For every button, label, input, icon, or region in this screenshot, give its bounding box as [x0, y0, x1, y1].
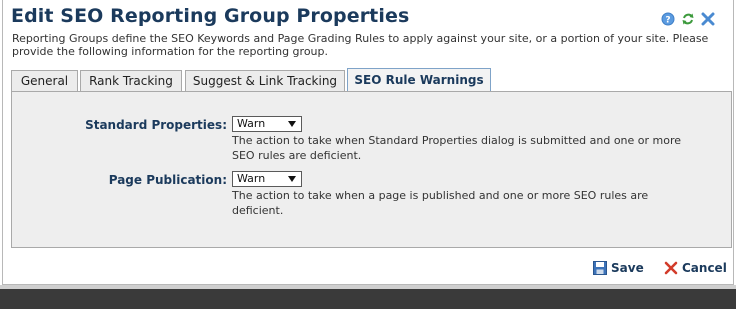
page-publication-label: Page Publication: — [108, 173, 227, 187]
dialog-title: Edit SEO Reporting Group Properties — [11, 5, 410, 27]
page-publication-value: Warn — [237, 172, 266, 185]
standard-properties-value: Warn — [237, 117, 266, 130]
dialog-description: Reporting Groups define the SEO Keywords… — [12, 32, 709, 58]
page-publication-select[interactable]: Warn — [232, 171, 302, 187]
dropdown-arrow-icon — [288, 176, 296, 182]
standard-properties-select[interactable]: Warn — [232, 116, 302, 132]
cancel-button[interactable]: Cancel — [664, 260, 727, 276]
save-label: Save — [611, 261, 644, 275]
svg-text:?: ? — [665, 16, 670, 26]
tab-general[interactable]: General — [11, 70, 78, 91]
cancel-label: Cancel — [682, 261, 727, 275]
tab-rank-tracking[interactable]: Rank Tracking — [80, 70, 182, 91]
background-bar — [0, 289, 736, 309]
tab-seo-rule-warnings[interactable]: SEO Rule Warnings — [347, 68, 491, 92]
save-button[interactable]: Save — [593, 260, 644, 276]
standard-properties-help: The action to take when Standard Propert… — [232, 134, 682, 162]
background-app — [0, 285, 736, 309]
help-icon[interactable]: ? — [661, 12, 675, 26]
dropdown-arrow-icon — [288, 121, 296, 127]
cancel-icon — [664, 261, 678, 275]
title-icons: ? — [661, 12, 715, 26]
page-publication-help: The action to take when a page is publis… — [232, 189, 649, 217]
standard-properties-label: Standard Properties: — [85, 118, 227, 132]
seo-rule-warnings-panel: Standard Properties: Warn The action to … — [11, 91, 732, 248]
save-icon — [593, 261, 607, 275]
refresh-icon[interactable] — [681, 12, 695, 26]
seo-reporting-group-dialog: Edit SEO Reporting Group Properties ? Re… — [2, 0, 734, 285]
tab-suggest-link-tracking[interactable]: Suggest & Link Tracking — [185, 70, 345, 91]
close-icon[interactable] — [701, 12, 715, 26]
